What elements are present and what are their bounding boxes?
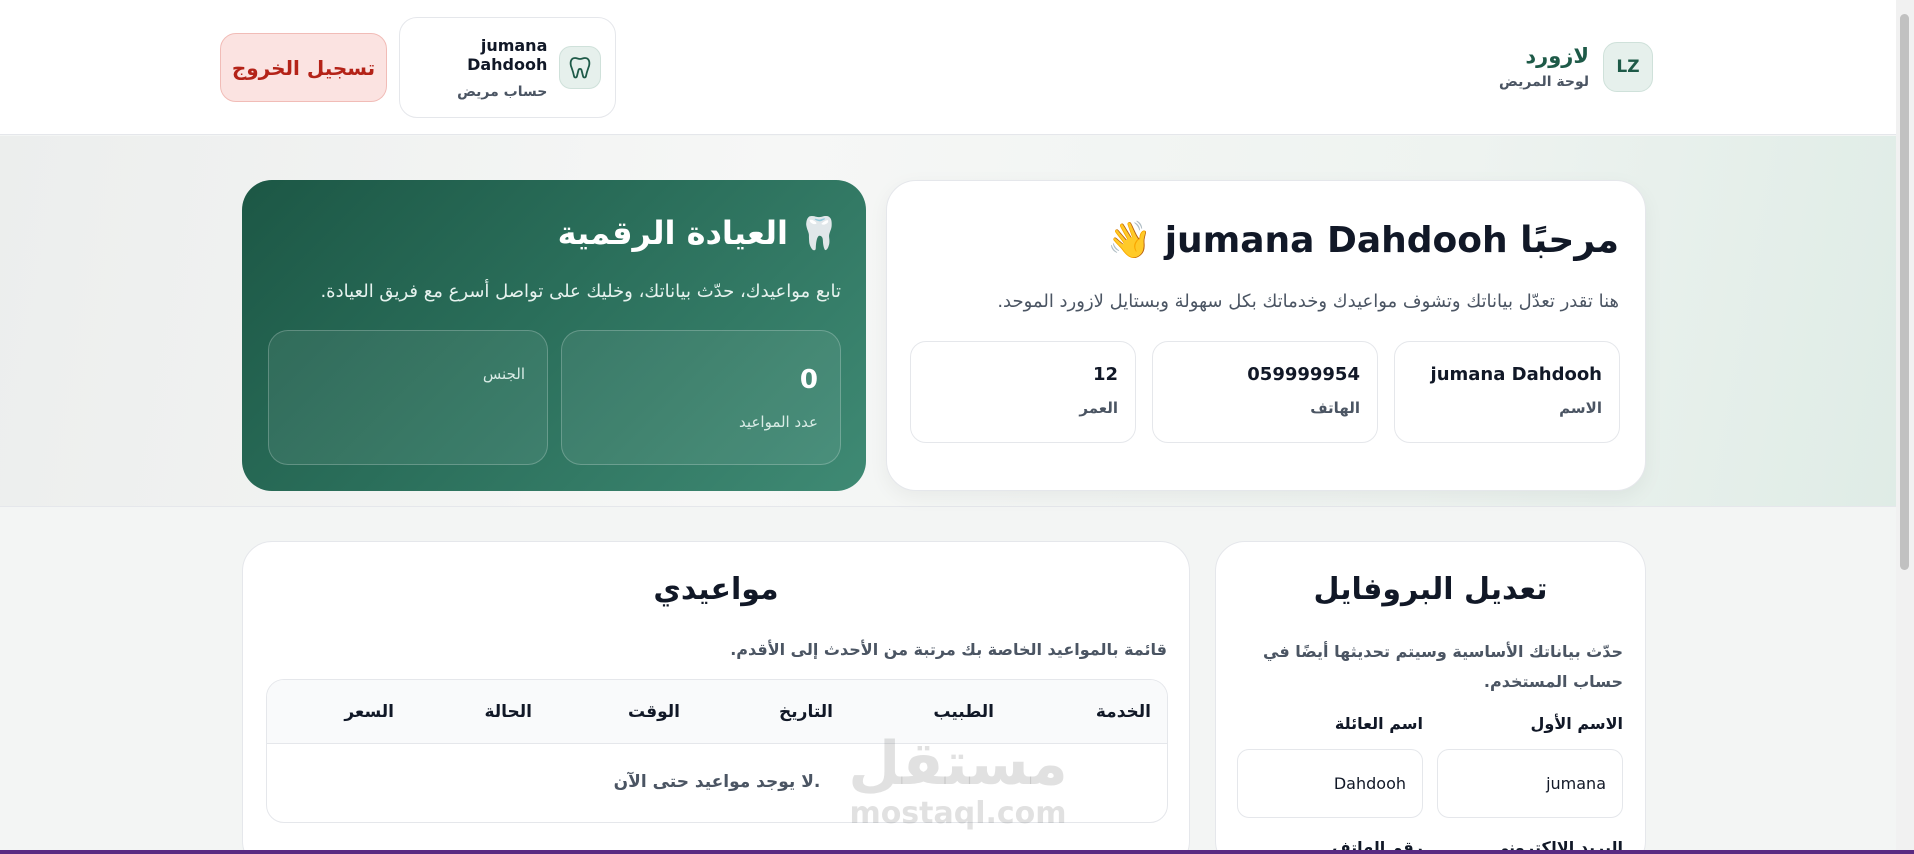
appointments-count-label: عدد المواعيد [739, 413, 818, 431]
profile-description: حدّث بياناتك الأساسية وسيتم تحديثها أيضً… [1263, 642, 1623, 691]
column-header-service: الخدمة [1095, 702, 1151, 722]
my-appointments-card: مواعيدي قائمة بالمواعيد الخاصة بك مرتبة … [242, 541, 1190, 854]
appointments-count-box: 0 عدد المواعيد [561, 330, 841, 465]
top-header: LZ لازورد لوحة المريض jumana Dahdooh حسا… [0, 0, 1896, 135]
brand[interactable]: LZ لازورد لوحة المريض [1499, 42, 1653, 92]
column-header-doctor: الطبيب [933, 702, 994, 722]
name-value: jumana Dahdooh [1430, 364, 1602, 385]
info-box-phone: 059999954 الهاتف [1152, 341, 1378, 443]
first-name-input[interactable] [1437, 749, 1623, 818]
brand-name: لازورد [1525, 44, 1589, 68]
last-name-label: اسم العائلة [1334, 714, 1423, 733]
column-header-time: الوقت [628, 702, 680, 722]
user-text: jumana Dahdooh حساب مريض [400, 36, 547, 100]
digital-clinic-card: 🦷 العيادة الرقمية تابع مواعيدك، حدّث بيا… [242, 180, 866, 491]
scrollbar-thumb[interactable] [1900, 14, 1909, 570]
column-header-date: التاريخ [779, 702, 833, 722]
column-header-price: السعر [344, 702, 394, 722]
edit-profile-card: تعديل البروفايل حدّث بياناتك الأساسية وس… [1215, 541, 1646, 854]
profile-title: تعديل البروفايل [1313, 572, 1548, 607]
age-label: العمر [1079, 399, 1118, 417]
phone-label: الهاتف [1310, 399, 1360, 417]
clinic-title: 🦷 العيادة الرقمية [557, 214, 839, 252]
tooth-icon [559, 46, 601, 89]
welcome-card: مرحبًا jumana Dahdooh 👋 هنا تقدر تعدّل ب… [886, 180, 1646, 491]
appointments-count: 0 [799, 365, 818, 395]
welcome-title: مرحبًا jumana Dahdooh 👋 [1107, 220, 1619, 261]
info-box-name: jumana Dahdooh الاسم [1394, 341, 1620, 443]
brand-text: لازورد لوحة المريض [1499, 44, 1589, 90]
name-label: الاسم [1559, 399, 1602, 417]
empty-state-message: لا يوجد مواعيد حتى الآن. [613, 772, 821, 792]
user-name: jumana Dahdooh [467, 35, 548, 74]
user-role: حساب مريض [457, 83, 548, 100]
brand-subtitle: لوحة المريض [1499, 74, 1589, 90]
user-card: jumana Dahdooh حساب مريض [399, 17, 616, 118]
age-value: 12 [1092, 364, 1118, 385]
logout-button[interactable]: تسجيل الخروج [220, 33, 387, 102]
appointments-title: مواعيدي [653, 572, 779, 607]
last-name-input[interactable] [1237, 749, 1423, 818]
info-box-age: 12 العمر [910, 341, 1136, 443]
appointments-table: الخدمة الطبيب التاريخ الوقت الحالة السعر… [266, 679, 1168, 823]
gender-box: الجنس [268, 330, 548, 465]
brand-logo-badge: LZ [1603, 42, 1653, 92]
welcome-subtitle: هنا تقدر تعدّل بياناتك وتشوف مواعيدك وخد… [997, 291, 1619, 312]
table-header: الخدمة الطبيب التاريخ الوقت الحالة السعر [267, 680, 1167, 744]
bottom-border [0, 850, 1914, 854]
first-name-label: الاسم الأول [1530, 714, 1623, 733]
column-header-status: الحالة [484, 702, 532, 722]
clinic-subtitle: تابع مواعيدك، حدّث بياناتك، وخليك على تو… [320, 281, 841, 302]
page-scrollbar[interactable] [1896, 0, 1914, 854]
gender-label: الجنس [482, 365, 525, 383]
appointments-description: قائمة بالمواعيد الخاصة بك مرتبة من الأحد… [730, 640, 1167, 659]
phone-value: 059999954 [1247, 364, 1360, 385]
